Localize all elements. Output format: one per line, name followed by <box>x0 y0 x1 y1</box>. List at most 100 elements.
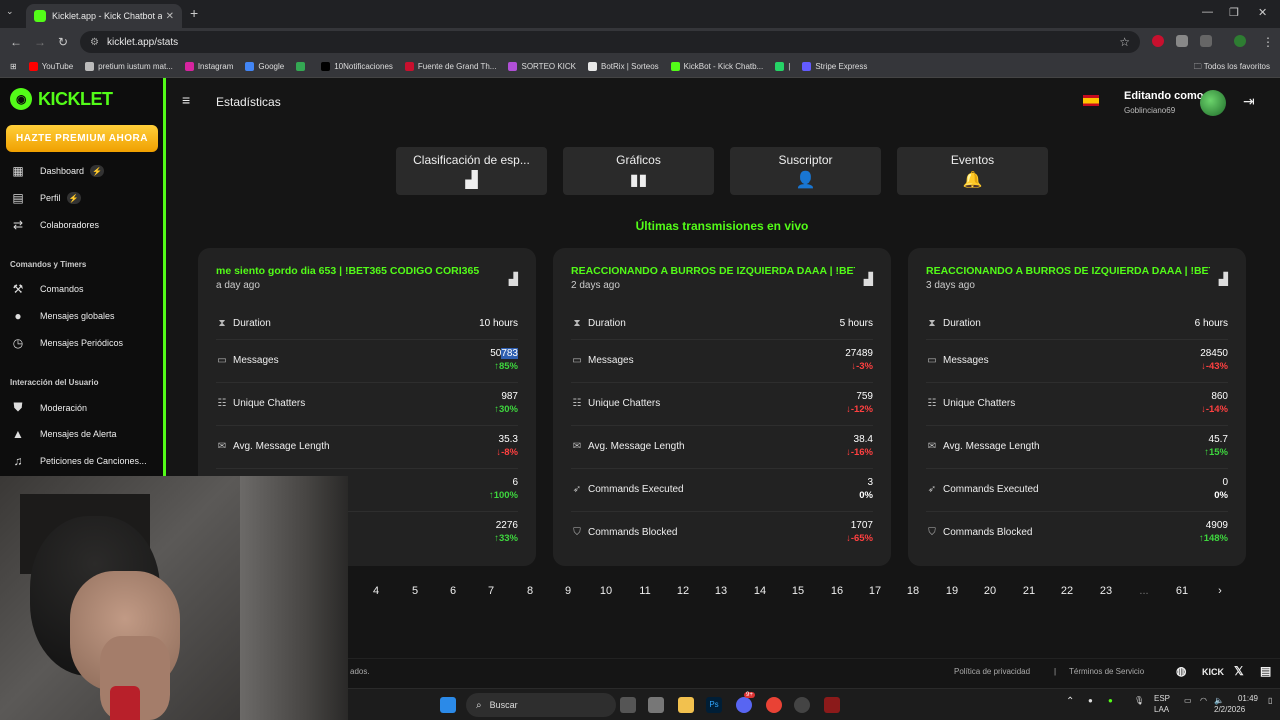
bookmark-item[interactable]: pretium iustum mat... <box>85 62 173 71</box>
bookmark-item[interactable]: Google <box>245 62 284 71</box>
page-link[interactable]: 5 <box>403 585 427 597</box>
page-link[interactable]: 21 <box>1017 585 1041 597</box>
bookmark-item[interactable]: SORTEO KICK <box>508 62 576 71</box>
app-icon[interactable] <box>824 697 840 713</box>
taskbar-search[interactable]: ⌕ Buscar <box>466 693 616 717</box>
bookmark-item[interactable]: Stripe Express <box>802 62 867 71</box>
bookmark-item[interactable]: Fuente de Grand Th... <box>404 62 496 71</box>
page-link[interactable]: 14 <box>748 585 772 597</box>
spain-flag-icon[interactable] <box>1083 95 1099 106</box>
page-link[interactable]: ... <box>1132 585 1156 597</box>
notifications-icon[interactable]: ▯ <box>1268 696 1272 705</box>
tab-subscriber[interactable]: Suscriptor 👤 <box>730 147 881 195</box>
close-tab-icon[interactable]: ✕ <box>166 11 174 22</box>
stream-ranking-icon[interactable]: ▟ <box>1219 272 1228 286</box>
forward-icon[interactable]: → <box>34 35 46 49</box>
maximize-icon[interactable]: ❐ <box>1229 6 1239 19</box>
keyboard-language[interactable]: ESP <box>1154 694 1170 703</box>
extension-icon[interactable] <box>1152 35 1164 47</box>
task-view-icon[interactable] <box>620 697 636 713</box>
monitor-icon[interactable]: ▭ <box>1184 696 1192 705</box>
menu-kebab-icon[interactable]: ⋮ <box>1262 35 1274 49</box>
stream-title[interactable]: REACCIONANDO A BURROS DE IZQUIERDA DAAA … <box>926 265 1210 277</box>
premium-button[interactable]: HAZTE PREMIUM AHORA <box>6 125 158 152</box>
page-link[interactable]: 16 <box>825 585 849 597</box>
all-bookmarks[interactable]: 🗀 Todos los favoritos <box>1194 61 1270 75</box>
bookmark-item[interactable] <box>296 62 309 71</box>
privacy-link[interactable]: Política de privacidad <box>954 667 1030 676</box>
tray-chevron-icon[interactable]: ⌃ <box>1066 696 1074 707</box>
stream-card[interactable]: REACCIONANDO A BURROS DE IZQUIERDA DAAA … <box>553 248 891 566</box>
menu-toggle-icon[interactable]: ≡ <box>182 92 190 108</box>
photoshop-icon[interactable]: Ps <box>706 697 722 713</box>
page-link[interactable]: 10 <box>594 585 618 597</box>
file-explorer-icon[interactable] <box>678 697 694 713</box>
tab-bell[interactable]: Eventos 🔔 <box>897 147 1048 195</box>
bookmark-item[interactable]: BotRix | Sorteos <box>588 62 659 71</box>
sidebar-item[interactable]: ▦ Dashboard ⚡ <box>10 164 105 178</box>
chrome-taskbar-icon[interactable] <box>766 697 782 713</box>
reload-icon[interactable]: ↻ <box>58 35 68 49</box>
page-link[interactable]: 6 <box>441 585 465 597</box>
sidebar-item[interactable]: ● Mensajes globales <box>10 309 114 323</box>
profile-avatar-icon[interactable] <box>1234 35 1246 47</box>
page-link[interactable]: 61 <box>1170 585 1194 597</box>
page-link[interactable]: 4 <box>364 585 388 597</box>
document-icon[interactable]: ▤ <box>1260 664 1271 678</box>
page-link[interactable]: 11 <box>633 585 657 597</box>
kicklet-logo[interactable]: ◉ KICKLET <box>10 88 113 110</box>
browser-tab[interactable]: Kicklet.app - Kick Chatbot and ✕ <box>26 4 182 28</box>
avatar[interactable] <box>1200 90 1226 116</box>
page-link[interactable]: 8 <box>518 585 542 597</box>
site-info-icon[interactable]: ⚙ <box>90 37 99 48</box>
close-window-icon[interactable]: ✕ <box>1258 6 1267 19</box>
minimize-icon[interactable]: — <box>1202 6 1213 18</box>
tab-search-icon[interactable]: ⌄ <box>6 6 14 17</box>
kick-icon[interactable]: KICK <box>1202 667 1224 677</box>
bookmark-star-icon[interactable]: ☆ <box>1119 35 1130 49</box>
bookmark-item[interactable]: YouTube <box>28 62 73 71</box>
url-field[interactable]: ⚙ kicklet.app/stats ☆ <box>80 31 1140 53</box>
page-link[interactable]: 20 <box>978 585 1002 597</box>
page-link[interactable]: 18 <box>901 585 925 597</box>
page-link[interactable]: 13 <box>709 585 733 597</box>
sidebar-item[interactable]: ▲ Mensajes de Alerta <box>10 427 117 441</box>
sidebar-item[interactable]: ⚒ Comandos <box>10 282 84 296</box>
stream-card[interactable]: REACCIONANDO A BURROS DE IZQUIERDA DAAA … <box>908 248 1246 566</box>
discord-taskbar-icon[interactable] <box>736 697 752 713</box>
stream-ranking-icon[interactable]: ▟ <box>509 272 518 286</box>
sidebar-item[interactable]: ◷ Mensajes Periódicos <box>10 336 123 350</box>
tray-icon[interactable]: ● <box>1108 696 1113 705</box>
bookmark-item[interactable]: 10Notificaciones <box>321 62 393 71</box>
page-link[interactable]: 12 <box>671 585 695 597</box>
stream-title[interactable]: me siento gordo dia 653 | !BET365 CODIGO… <box>216 265 500 277</box>
page-link[interactable]: 23 <box>1094 585 1118 597</box>
tray-mic-icon[interactable]: 🎙 <box>1134 696 1144 705</box>
page-link[interactable]: 19 <box>940 585 964 597</box>
tab-chart[interactable]: Gráficos ▮▮ <box>563 147 714 195</box>
new-tab-icon[interactable]: + <box>190 5 198 21</box>
start-icon[interactable] <box>440 697 456 713</box>
wifi-icon[interactable]: ◠ <box>1200 696 1207 705</box>
discord-icon[interactable]: ◍ <box>1176 664 1186 678</box>
tray-icon[interactable]: ● <box>1088 696 1093 705</box>
clock-time[interactable]: 01:49 <box>1222 694 1258 703</box>
next-page-icon[interactable]: › <box>1208 585 1232 597</box>
terms-link[interactable]: Términos de Servicio <box>1069 667 1144 676</box>
bookmark-item[interactable]: KickBot - Kick Chatb... <box>670 62 763 71</box>
apps-grid-icon[interactable]: ⊞ <box>10 62 17 71</box>
bookmark-item[interactable]: | <box>775 62 790 71</box>
sidebar-item[interactable]: ⛊ Moderación <box>10 400 87 415</box>
page-link[interactable]: 17 <box>863 585 887 597</box>
page-link[interactable]: 22 <box>1055 585 1079 597</box>
bookmark-item[interactable]: Instagram <box>184 62 233 71</box>
page-link[interactable]: 15 <box>786 585 810 597</box>
stream-title[interactable]: REACCIONANDO A BURROS DE IZQUIERDA DAAA … <box>571 265 855 277</box>
sidebar-item[interactable]: ▤ Perfil ⚡ <box>10 191 81 205</box>
stream-ranking-icon[interactable]: ▟ <box>864 272 873 286</box>
page-link[interactable]: 9 <box>556 585 580 597</box>
app-icon[interactable] <box>648 697 664 713</box>
obs-icon[interactable] <box>794 697 810 713</box>
sidebar-item[interactable]: ♫ Peticiones de Canciones... <box>10 454 147 468</box>
back-icon[interactable]: ← <box>10 35 22 49</box>
